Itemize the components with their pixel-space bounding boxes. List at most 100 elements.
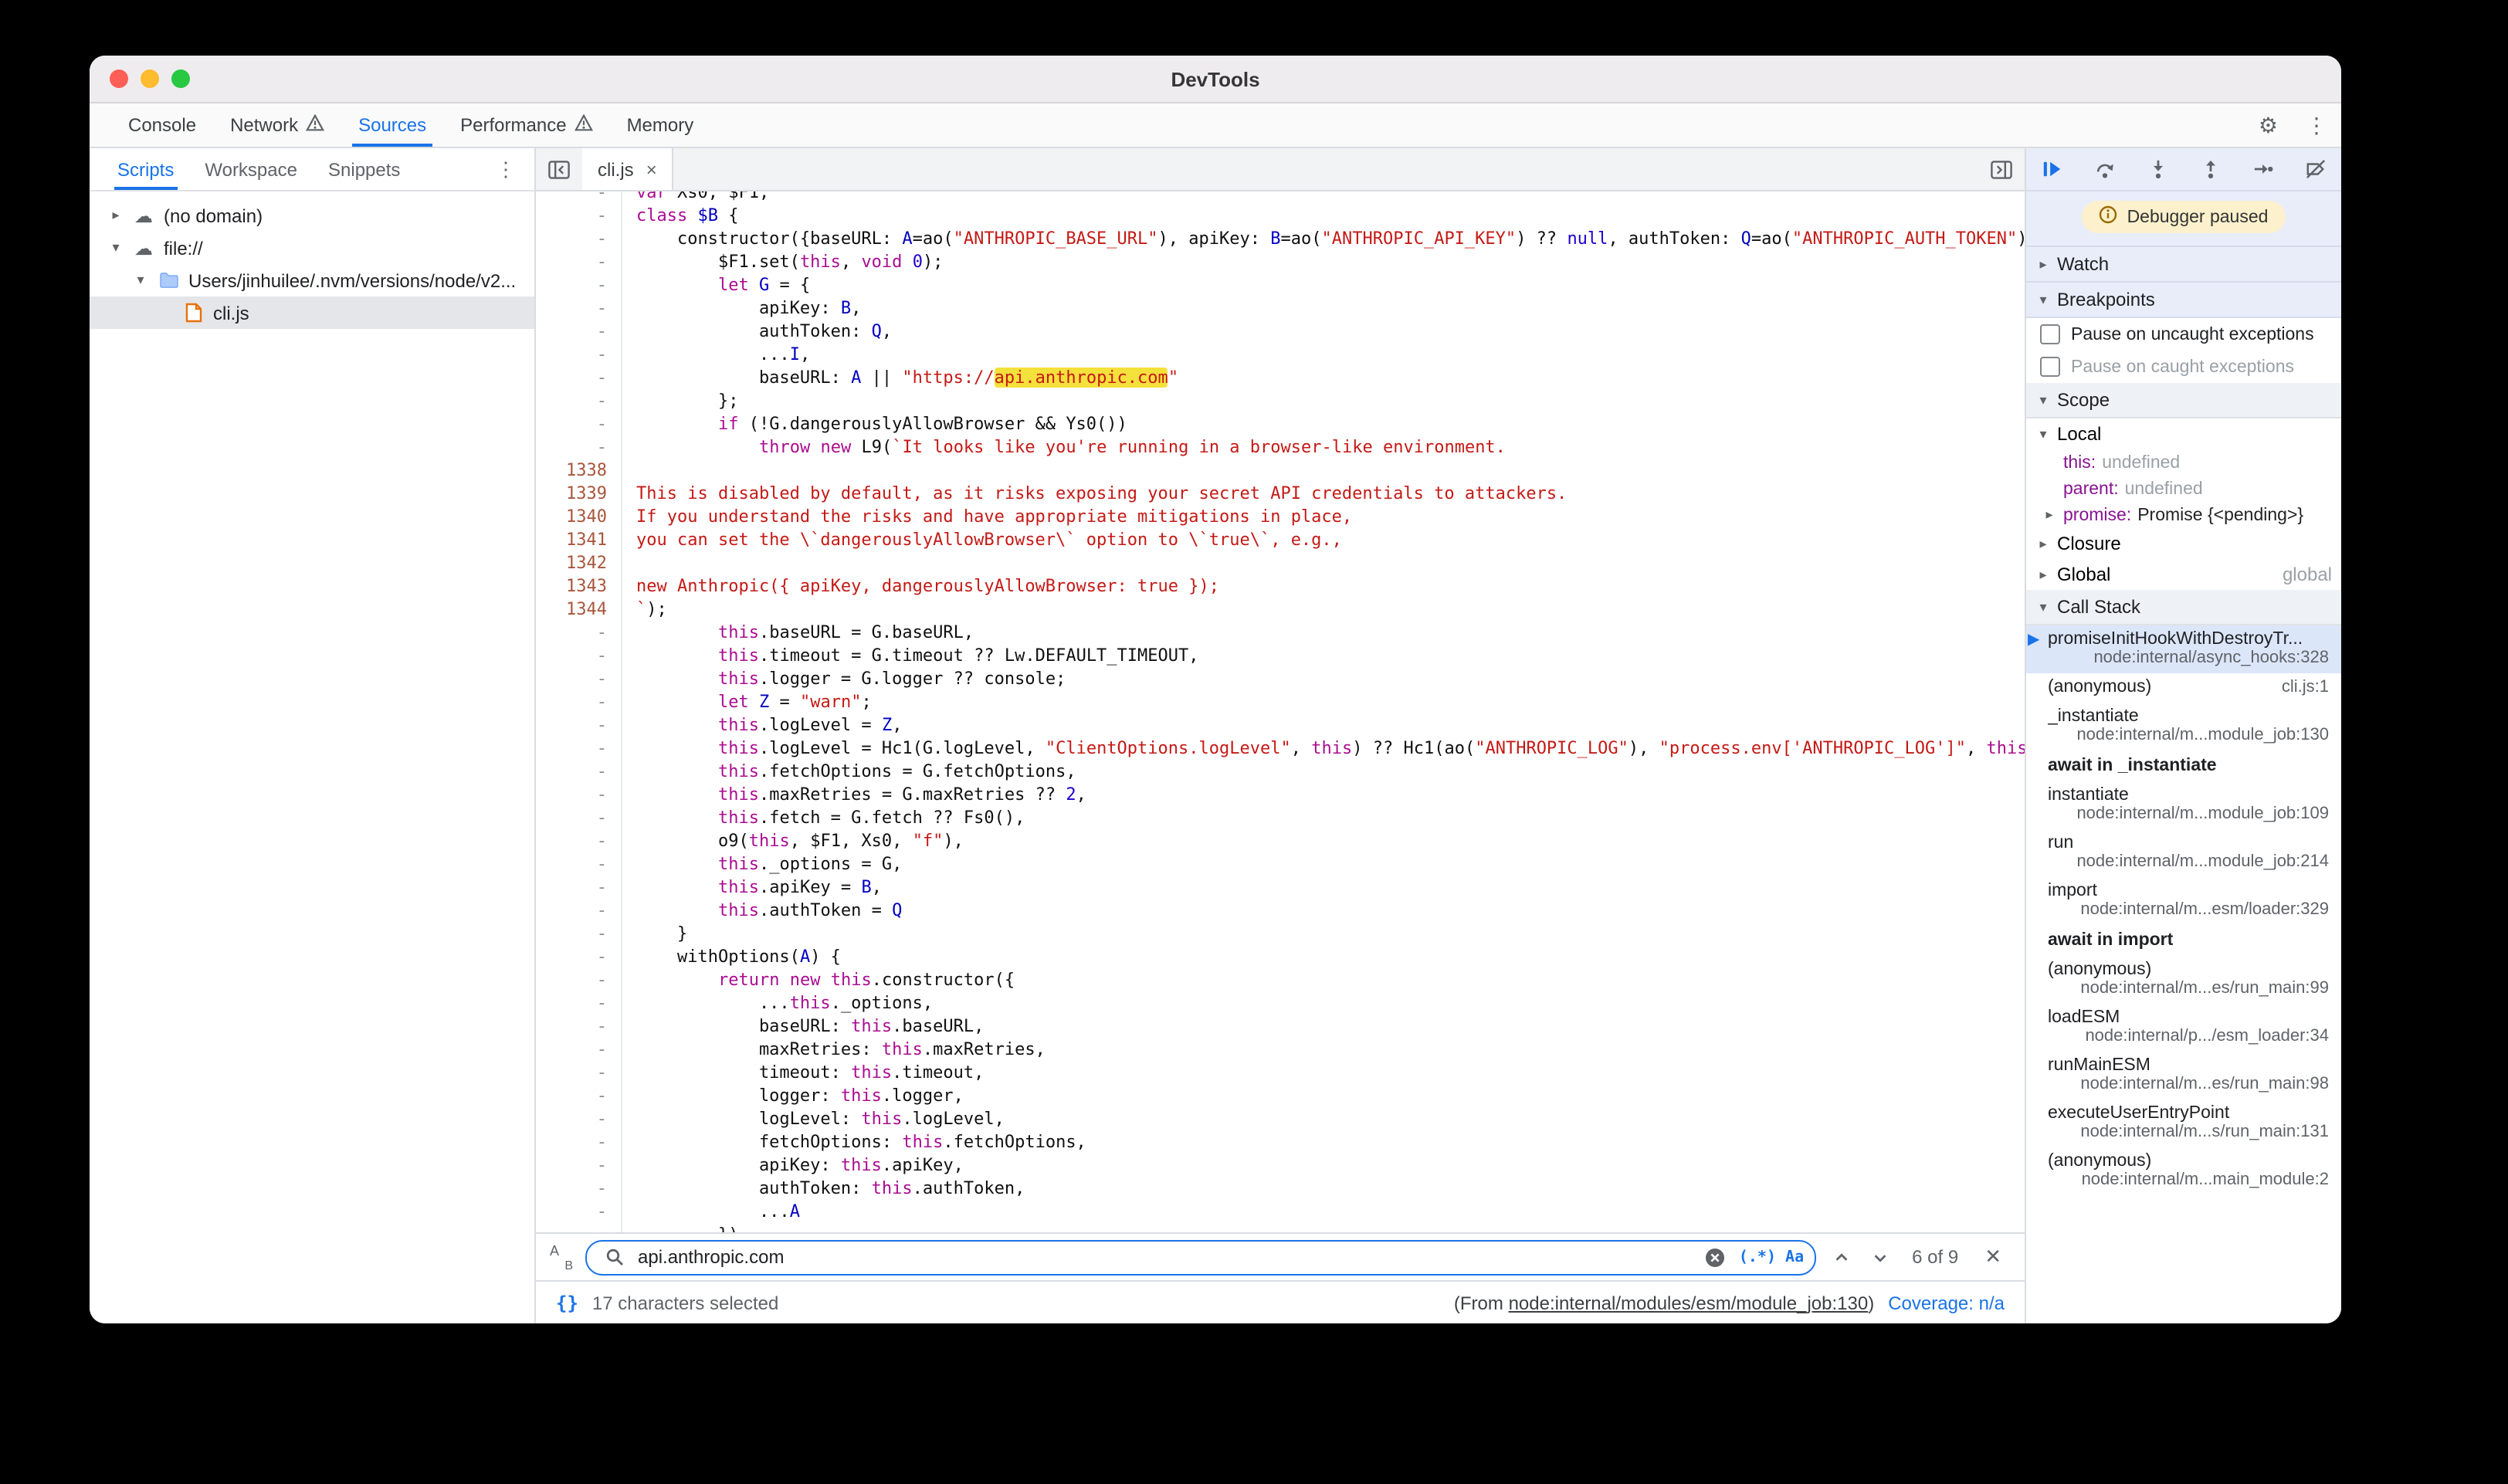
file-tab-clijs[interactable]: cli.js × bbox=[582, 148, 674, 190]
step-over-button[interactable] bbox=[2094, 159, 2116, 179]
close-window-button[interactable] bbox=[110, 69, 128, 88]
from-link[interactable]: node:internal/modules/esm/module_job:130 bbox=[1509, 1292, 1869, 1313]
collapse-navigator-icon[interactable] bbox=[536, 148, 582, 190]
callstack-section-header[interactable]: ▾ Call Stack bbox=[2026, 590, 2341, 625]
code-line[interactable]: - }) bbox=[536, 1223, 2025, 1232]
code-line[interactable]: - let Z = "warn"; bbox=[536, 690, 2025, 713]
tab-network[interactable]: Network bbox=[213, 103, 341, 147]
scope-variable-this[interactable]: this:undefined bbox=[2026, 449, 2341, 476]
line-number[interactable]: - bbox=[536, 343, 622, 366]
code-line[interactable]: - fetchOptions: this.fetchOptions, bbox=[536, 1130, 2025, 1154]
code-line[interactable]: - this.baseURL = G.baseURL, bbox=[536, 621, 2025, 644]
navigator-tab-scripts[interactable]: Scripts bbox=[102, 148, 189, 190]
call-stack-frame[interactable]: executeUserEntryPointnode:internal/m...s… bbox=[2026, 1099, 2341, 1147]
navigator-more-icon[interactable]: ⋮ bbox=[477, 148, 534, 190]
tree-item-users-jinhuilee-nvm-versions-node-v2[interactable]: ▾Users/jinhuilee/.nvm/versions/node/v2..… bbox=[90, 264, 534, 296]
code-line[interactable]: - this.logger = G.logger ?? console; bbox=[536, 667, 2025, 690]
code-line[interactable]: - this.fetch = G.fetch ?? Fs0(), bbox=[536, 806, 2025, 829]
line-number[interactable]: - bbox=[536, 273, 622, 296]
checkbox[interactable] bbox=[2040, 357, 2060, 377]
line-number[interactable]: 1344 bbox=[536, 598, 622, 621]
more-options-icon[interactable]: ⋮ bbox=[2292, 103, 2341, 147]
line-number[interactable]: - bbox=[536, 1200, 622, 1223]
pretty-print-button[interactable]: {} bbox=[556, 1292, 578, 1313]
code-line[interactable]: - this.logLevel = Hc1(G.logLevel, "Clien… bbox=[536, 737, 2025, 760]
search-input[interactable] bbox=[638, 1246, 1691, 1268]
line-number[interactable]: - bbox=[536, 1223, 622, 1232]
code-line[interactable]: - baseURL: A || "https://api.anthropic.c… bbox=[536, 366, 2025, 389]
line-number[interactable]: - bbox=[536, 644, 622, 667]
code-line[interactable]: - if (!G.dangerouslyAllowBrowser && Ys0(… bbox=[536, 412, 2025, 435]
code-line[interactable]: - logLevel: this.logLevel, bbox=[536, 1107, 2025, 1130]
code-line[interactable]: - apiKey: this.apiKey, bbox=[536, 1154, 2025, 1177]
code-line[interactable]: - throw new L9(`It looks like you're run… bbox=[536, 435, 2025, 459]
line-number[interactable]: - bbox=[536, 250, 622, 273]
line-number[interactable]: - bbox=[536, 760, 622, 783]
code-line[interactable]: - timeout: this.timeout, bbox=[536, 1061, 2025, 1084]
code-line[interactable]: 1338 bbox=[536, 459, 2025, 482]
tree-item-no-domain[interactable]: ▸☁(no domain) bbox=[90, 199, 534, 232]
line-number[interactable]: - bbox=[536, 737, 622, 760]
line-number[interactable]: - bbox=[536, 366, 622, 389]
code-line[interactable]: - maxRetries: this.maxRetries, bbox=[536, 1038, 2025, 1061]
tab-console[interactable]: Console bbox=[111, 103, 213, 147]
line-number[interactable]: - bbox=[536, 1038, 622, 1061]
step-button[interactable] bbox=[2253, 159, 2273, 179]
breakpoint-pause-on-caught-exceptions[interactable]: Pause on caught exceptions bbox=[2026, 351, 2341, 383]
line-number[interactable]: 1338 bbox=[536, 459, 622, 482]
code-line[interactable]: - ...this._options, bbox=[536, 991, 2025, 1015]
line-number[interactable]: - bbox=[536, 296, 622, 320]
call-stack-frame[interactable]: (anonymous)cli.js:1 bbox=[2026, 673, 2341, 703]
clear-search-icon[interactable] bbox=[1700, 1247, 1730, 1267]
watch-section-header[interactable]: ▸ Watch bbox=[2026, 247, 2341, 283]
line-number[interactable]: - bbox=[536, 1084, 622, 1107]
code-line[interactable]: - return new this.constructor({ bbox=[536, 968, 2025, 991]
code-line[interactable]: - this._options = G, bbox=[536, 852, 2025, 876]
call-stack-frame[interactable]: runMainESMnode:internal/m...es/run_main:… bbox=[2026, 1052, 2341, 1099]
line-number[interactable]: - bbox=[536, 806, 622, 829]
line-number[interactable]: - bbox=[536, 829, 622, 852]
code-line[interactable]: 1341you can set the \`dangerouslyAllowBr… bbox=[536, 528, 2025, 551]
ab-icon[interactable]: AB bbox=[550, 1245, 573, 1269]
line-number[interactable]: - bbox=[536, 991, 622, 1015]
code-line[interactable]: -var Xs0, $F1, bbox=[536, 191, 2025, 204]
navigator-tab-snippets[interactable]: Snippets bbox=[313, 148, 415, 190]
code-line[interactable]: - this.timeout = G.timeout ?? Lw.DEFAULT… bbox=[536, 644, 2025, 667]
close-search-icon[interactable]: ✕ bbox=[1977, 1245, 2009, 1269]
coverage-link[interactable]: Coverage: n/a bbox=[1888, 1292, 2005, 1313]
tab-performance[interactable]: Performance bbox=[443, 103, 609, 147]
line-number[interactable]: - bbox=[536, 435, 622, 459]
line-number[interactable]: - bbox=[536, 852, 622, 876]
collapse-debugger-icon[interactable] bbox=[1978, 148, 2025, 190]
code-editor[interactable]: -var Xs0, $F1,-class $B {- constructor({… bbox=[536, 191, 2025, 1232]
call-stack-frame[interactable]: instantiatenode:internal/m...module_job:… bbox=[2026, 781, 2341, 829]
scope-variable-promise[interactable]: ▸promise:Promise {<pending>} bbox=[2026, 502, 2341, 528]
line-number[interactable]: - bbox=[536, 667, 622, 690]
line-number[interactable]: - bbox=[536, 1107, 622, 1130]
code-line[interactable]: - } bbox=[536, 922, 2025, 945]
close-tab-icon[interactable]: × bbox=[646, 158, 657, 180]
step-into-button[interactable] bbox=[2148, 159, 2168, 179]
navigator-tab-workspace[interactable]: Workspace bbox=[189, 148, 313, 190]
line-number[interactable]: - bbox=[536, 968, 622, 991]
tab-memory[interactable]: Memory bbox=[610, 103, 711, 147]
breakpoints-section-header[interactable]: ▾ Breakpoints bbox=[2026, 283, 2341, 318]
code-line[interactable]: 1342 bbox=[536, 551, 2025, 574]
line-number[interactable]: - bbox=[536, 1130, 622, 1154]
scope-section-global[interactable]: ▸Globalglobal bbox=[2026, 559, 2341, 590]
deactivate-breakpoints-button[interactable] bbox=[2306, 159, 2326, 179]
scope-section-header[interactable]: ▾ Scope bbox=[2026, 383, 2341, 418]
code-line[interactable]: - apiKey: B, bbox=[536, 296, 2025, 320]
line-number[interactable]: - bbox=[536, 1015, 622, 1038]
line-number[interactable]: 1343 bbox=[536, 574, 622, 598]
call-stack-frame[interactable]: _instantiatenode:internal/m...module_job… bbox=[2026, 703, 2341, 750]
tree-item-cli-js[interactable]: cli.js bbox=[90, 296, 534, 329]
code-line[interactable]: - authToken: this.authToken, bbox=[536, 1177, 2025, 1200]
line-number[interactable]: - bbox=[536, 227, 622, 250]
breakpoint-pause-on-uncaught-exceptions[interactable]: Pause on uncaught exceptions bbox=[2026, 318, 2341, 351]
code-line[interactable]: - this.logLevel = Z, bbox=[536, 713, 2025, 737]
code-line[interactable]: 1344`); bbox=[536, 598, 2025, 621]
code-line[interactable]: - withOptions(A) { bbox=[536, 945, 2025, 968]
settings-gear-icon[interactable]: ⚙ bbox=[2245, 103, 2292, 147]
call-stack-frame[interactable]: loadESMnode:internal/p.../esm_loader:34 bbox=[2026, 1004, 2341, 1052]
